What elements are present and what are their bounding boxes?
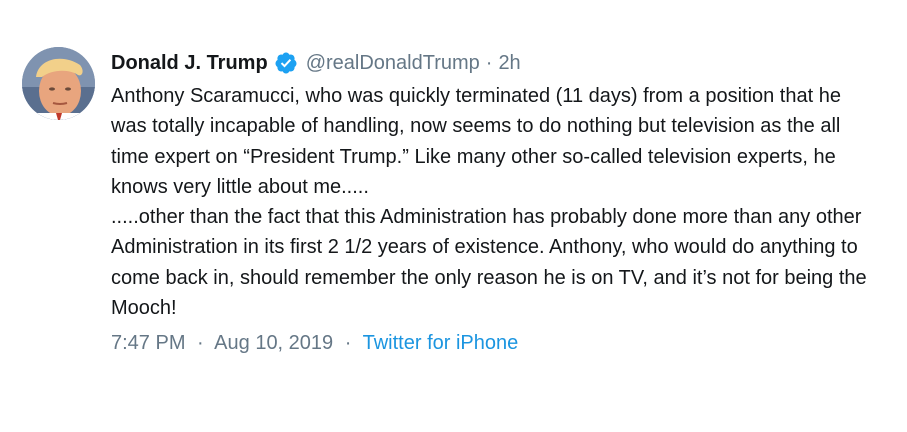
- verified-badge-icon: [274, 51, 298, 75]
- tweet-text-paragraph-2: .....other than the fact that this Admin…: [111, 206, 867, 319]
- tweet-date[interactable]: Aug 10, 2019: [214, 332, 333, 354]
- relative-time[interactable]: 2h: [498, 52, 520, 75]
- tweet-text-paragraph-1: Anthony Scaramucci, who was quickly term…: [111, 85, 841, 198]
- tweet-header: Donald J. Trump @realDonaldTrump · 2h: [111, 48, 521, 78]
- tweet-source-link[interactable]: Twitter for iPhone: [363, 332, 519, 354]
- avatar[interactable]: [22, 47, 95, 120]
- tweet-card: Donald J. Trump @realDonaldTrump · 2h An…: [0, 0, 907, 432]
- handle[interactable]: @realDonaldTrump: [306, 52, 480, 75]
- profile-photo-icon: [22, 47, 95, 120]
- meta-separator-dot: ·: [197, 332, 204, 354]
- tweet-meta: 7:47 PM · Aug 10, 2019 · Twitter for iPh…: [111, 332, 518, 355]
- tweet-time[interactable]: 7:47 PM: [111, 332, 185, 354]
- meta-separator-dot: ·: [344, 332, 352, 354]
- separator-dot: ·: [485, 51, 493, 74]
- display-name[interactable]: Donald J. Trump: [111, 52, 268, 75]
